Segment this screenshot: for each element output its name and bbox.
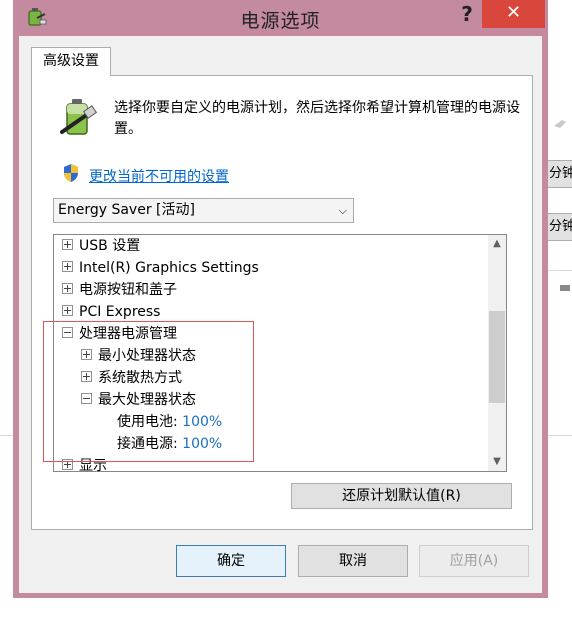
expand-icon[interactable] bbox=[62, 283, 73, 294]
tree-item-label: 使用电池: bbox=[117, 414, 178, 430]
background-plug-icon bbox=[554, 120, 566, 128]
scroll-up-icon[interactable]: ▲ bbox=[488, 235, 506, 253]
power-plan-select[interactable]: Energy Saver [活动] ⌵ bbox=[53, 198, 354, 223]
power-options-window: 电源选项 ? ✕ 高级设置 选择你要自定义的电源计划，然后选择你希望计算机管理的… bbox=[13, 0, 548, 598]
change-unavailable-settings-link[interactable]: 更改当前不可用的设置 bbox=[89, 166, 229, 186]
on-battery-value[interactable]: 100% bbox=[182, 414, 222, 430]
advanced-settings-panel: 选择你要自定义的电源计划，然后选择你希望计算机管理的电源设置。 更改当前不可用的… bbox=[31, 75, 533, 530]
tree-item-on-battery[interactable]: 使用电池: 100% bbox=[117, 411, 222, 433]
cancel-button[interactable]: 取消 bbox=[298, 545, 408, 577]
tree-item-label: 电源按钮和盖子 bbox=[79, 282, 177, 298]
uac-shield-icon bbox=[64, 164, 78, 182]
collapse-icon[interactable] bbox=[62, 327, 73, 338]
tree-item-max-processor-state[interactable]: 最大处理器状态 bbox=[81, 389, 196, 411]
tree-item-label: 显示 bbox=[79, 458, 107, 472]
tree-item-label: PCI Express bbox=[79, 304, 161, 320]
expand-icon[interactable] bbox=[62, 459, 73, 470]
expand-icon[interactable] bbox=[62, 261, 73, 272]
scroll-down-icon[interactable]: ▼ bbox=[488, 453, 506, 471]
tree-item-label: 系统散热方式 bbox=[98, 370, 182, 386]
tree-item-plugged-in[interactable]: 接通电源: 100% bbox=[117, 433, 222, 455]
apply-button[interactable]: 应用(A) bbox=[419, 545, 529, 577]
expand-icon[interactable] bbox=[62, 305, 73, 316]
tree-item-label: 接通电源: bbox=[117, 436, 178, 452]
tree-item-usb[interactable]: USB 设置 bbox=[62, 235, 140, 257]
expand-icon[interactable] bbox=[81, 371, 92, 382]
tree-item-min-processor-state[interactable]: 最小处理器状态 bbox=[81, 345, 196, 367]
tree-item-label: 处理器电源管理 bbox=[79, 326, 177, 342]
tree-item-label: Intel(R) Graphics Settings bbox=[79, 260, 259, 276]
collapse-icon[interactable] bbox=[81, 393, 92, 404]
background-fragment bbox=[560, 285, 570, 291]
tree-scrollbar[interactable]: ▲ ▼ bbox=[488, 235, 506, 471]
scroll-thumb[interactable] bbox=[489, 311, 505, 403]
tree-item-power-buttons-lid[interactable]: 电源按钮和盖子 bbox=[62, 279, 177, 301]
power-plan-select-value: Energy Saver [活动] bbox=[58, 202, 195, 218]
tree-item-label: USB 设置 bbox=[79, 238, 141, 254]
tree-item-cooling-policy[interactable]: 系统散热方式 bbox=[81, 367, 182, 389]
background-divider-right bbox=[548, 270, 572, 271]
expand-icon[interactable] bbox=[81, 349, 92, 360]
close-button[interactable]: ✕ bbox=[482, 0, 545, 28]
plugged-in-value[interactable]: 100% bbox=[182, 436, 222, 452]
dialog-client: 高级设置 选择你要自定义的电源计划，然后选择你希望计算机管理的电源设置。 更改当… bbox=[19, 36, 542, 593]
background-minutes-button-1[interactable]: 分钟 bbox=[546, 160, 572, 188]
tree-item-label: 最大处理器状态 bbox=[98, 392, 196, 408]
restore-defaults-button[interactable]: 还原计划默认值(R) bbox=[291, 483, 512, 509]
tree-item-label: 最小处理器状态 bbox=[98, 348, 196, 364]
titlebar: 电源选项 ? ✕ bbox=[13, 0, 548, 36]
power-settings-tree[interactable]: USB 设置 Intel(R) Graphics Settings 电源按钮和盖… bbox=[53, 234, 507, 472]
background-minutes-button-2[interactable]: 分钟 bbox=[546, 213, 572, 241]
tree-item-processor-power[interactable]: 处理器电源管理 bbox=[62, 323, 177, 345]
expand-icon[interactable] bbox=[62, 239, 73, 250]
ok-button[interactable]: 确定 bbox=[176, 545, 286, 577]
tree-item-intel-graphics[interactable]: Intel(R) Graphics Settings bbox=[62, 257, 259, 279]
intro-text: 选择你要自定义的电源计划，然后选择你希望计算机管理的电源设置。 bbox=[114, 100, 520, 137]
battery-plug-icon bbox=[60, 99, 98, 135]
help-button[interactable]: ? bbox=[452, 0, 482, 28]
tab-advanced-settings[interactable]: 高级设置 bbox=[31, 47, 111, 76]
tree-item-display[interactable]: 显示 bbox=[62, 455, 107, 472]
tree-item-pci-express[interactable]: PCI Express bbox=[62, 301, 160, 323]
chevron-down-icon: ⌵ bbox=[338, 204, 347, 217]
